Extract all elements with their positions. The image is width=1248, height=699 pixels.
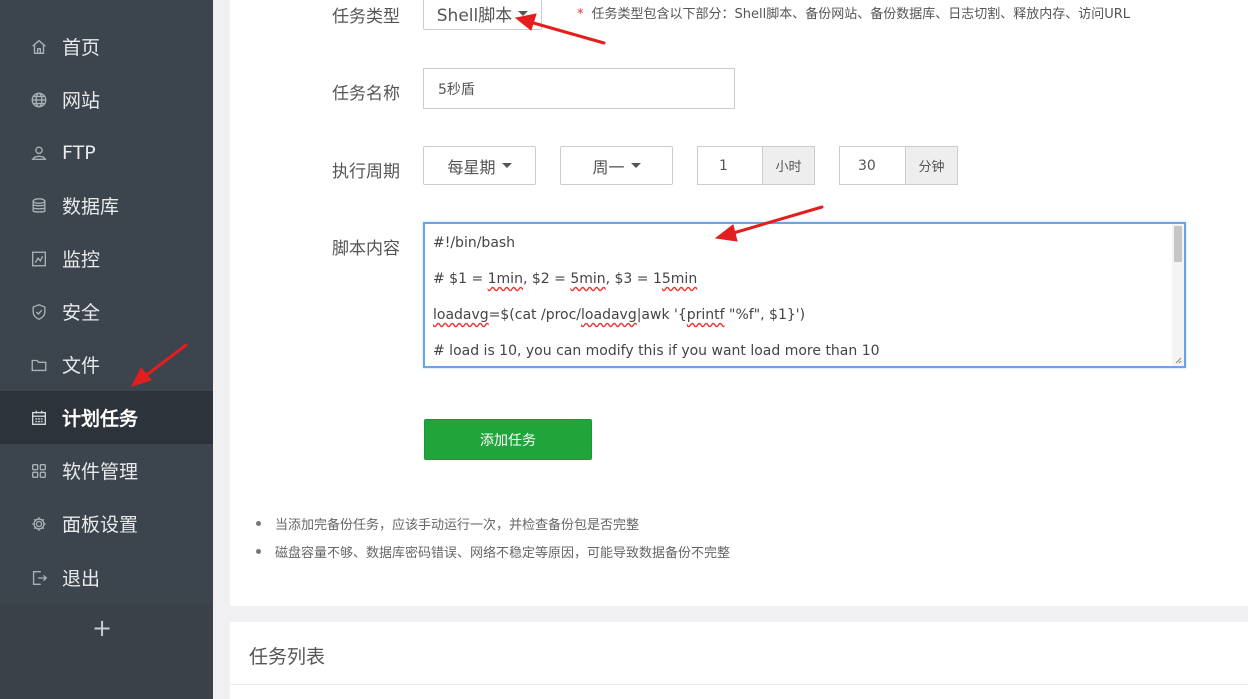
script-line: # $1 = 1min, $2 = 5min, $3 = 15min	[433, 271, 698, 287]
add-task-button[interactable]: 添加任务	[424, 419, 592, 460]
script-label: 脚本内容	[332, 239, 400, 259]
note-text: 磁盘容量不够、数据库密码错误、网络不稳定等原因，可能导致数据备份不完整	[275, 546, 731, 561]
sidebar-item-label: 退出	[62, 568, 101, 590]
sidebar-item-label: 安全	[62, 302, 101, 324]
script-line: #!/bin/bash	[433, 235, 516, 251]
note-text: 当添加完备份任务，应该手动运行一次，并检查备份包是否完整	[275, 518, 640, 533]
required-star: *	[577, 7, 584, 22]
sidebar-item-ftp[interactable]: FTP	[0, 126, 213, 179]
task-list-panel	[230, 622, 1248, 699]
hour-input[interactable]: 1	[697, 146, 763, 185]
sidebar-item-security[interactable]: 安全	[0, 285, 213, 338]
add-menu-button[interactable]: +	[90, 614, 114, 642]
logout-icon	[29, 568, 49, 588]
sidebar-item-label: 计划任务	[62, 408, 139, 430]
sidebar-item-label: FTP	[62, 141, 96, 164]
hour-unit-addon: 小时	[762, 146, 815, 185]
sidebar-item-label: 首页	[62, 37, 101, 59]
calendar-icon	[29, 408, 49, 428]
textarea-scrollbar[interactable]	[1172, 224, 1184, 366]
hint-text: 任务类型包含以下部分：Shell脚本、备份网站、备份数据库、日志切割、释放内存、…	[591, 7, 1131, 22]
bullet-icon	[256, 521, 261, 526]
period-label: 执行周期	[332, 162, 400, 182]
resize-grip-icon[interactable]	[1174, 356, 1182, 364]
scrollbar-thumb[interactable]	[1174, 226, 1182, 262]
task-name-label: 任务名称	[332, 84, 400, 104]
sidebar-item-label: 网站	[62, 90, 101, 112]
ftp-user-icon	[29, 143, 49, 163]
task-type-select[interactable]: Shell脚本	[423, 0, 542, 30]
task-type-label: 任务类型	[332, 7, 400, 27]
sidebar-item-monitor[interactable]: 监控	[0, 232, 213, 285]
sidebar-item-label: 监控	[62, 249, 101, 271]
note-item: 磁盘容量不够、数据库密码错误、网络不稳定等原因，可能导致数据备份不完整	[256, 542, 730, 561]
task-type-value: Shell脚本	[436, 5, 513, 26]
monitor-icon	[29, 249, 49, 269]
minute-input[interactable]: 30	[839, 146, 906, 185]
sidebar-item-label: 面板设置	[62, 514, 139, 536]
weekday-value: 周一	[592, 157, 625, 177]
sidebar-item-home[interactable]: 首页	[0, 20, 213, 73]
script-line: # load is 10, you can modify this if you…	[433, 343, 880, 359]
sidebar-item-label: 文件	[62, 355, 101, 377]
globe-icon	[29, 90, 49, 110]
period-cycle-select[interactable]: 每星期	[423, 146, 536, 185]
divider	[230, 684, 1248, 685]
bullet-icon	[256, 549, 261, 554]
minute-unit-addon: 分钟	[905, 146, 958, 185]
grid-icon	[29, 461, 49, 481]
script-textarea[interactable]: #!/bin/bash # $1 = 1min, $2 = 5min, $3 =…	[423, 222, 1186, 368]
gear-icon	[29, 514, 49, 534]
sidebar-item-cron[interactable]: 计划任务	[0, 391, 213, 444]
sidebar-item-label: 软件管理	[62, 461, 139, 483]
task-type-hint: * 任务类型包含以下部分：Shell脚本、备份网站、备份数据库、日志切割、释放内存…	[577, 3, 1130, 22]
sidebar-item-website[interactable]: 网站	[0, 73, 213, 126]
shield-icon	[29, 302, 49, 322]
note-item: 当添加完备份任务，应该手动运行一次，并检查备份包是否完整	[256, 514, 639, 533]
home-icon	[29, 37, 49, 57]
sidebar-item-database[interactable]: 数据库	[0, 179, 213, 232]
chevron-down-icon	[630, 163, 641, 168]
sidebar-item-files[interactable]: 文件	[0, 338, 213, 391]
sidebar-item-settings[interactable]: 面板设置	[0, 497, 213, 550]
chevron-down-icon	[501, 163, 512, 168]
sidebar-item-logout[interactable]: 退出	[0, 551, 213, 604]
sidebar-item-software[interactable]: 软件管理	[0, 444, 213, 497]
chevron-down-icon	[518, 10, 529, 16]
task-name-input[interactable]: 5秒盾	[423, 68, 735, 109]
weekday-select[interactable]: 周一	[560, 146, 673, 185]
task-list-title: 任务列表	[249, 646, 326, 668]
period-cycle-value: 每星期	[447, 157, 496, 177]
database-icon	[29, 196, 49, 216]
sidebar-item-label: 数据库	[62, 196, 120, 218]
folder-icon	[29, 355, 49, 375]
script-line: loadavg=$(cat /proc/loadavg|awk '{printf…	[433, 307, 806, 323]
